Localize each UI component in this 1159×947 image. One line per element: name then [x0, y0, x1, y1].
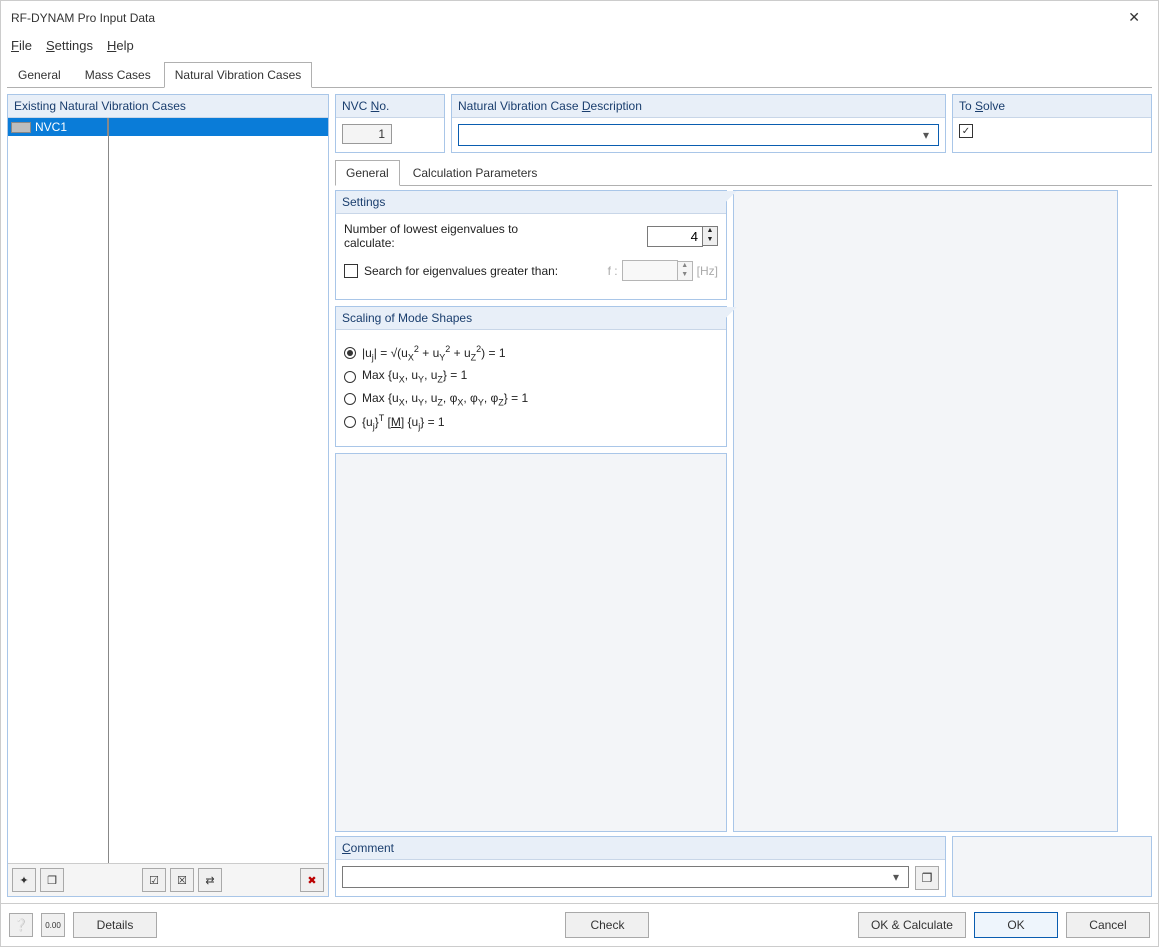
radio-icon[interactable]	[344, 416, 356, 428]
nvc-no-label: NVC No.	[336, 95, 444, 118]
preview-panel	[733, 190, 1118, 832]
chevron-down-icon[interactable]: ▾	[888, 870, 904, 884]
spin-down-icon[interactable]: ▼	[703, 236, 717, 245]
case-label: NVC1	[35, 120, 67, 134]
units-button[interactable]: 0.00	[41, 913, 65, 937]
to-solve-checkbox[interactable]: ✓	[959, 124, 973, 138]
radio-icon[interactable]	[344, 371, 356, 383]
new-case-button[interactable]: ✦	[12, 868, 36, 892]
copy-case-button[interactable]: ❐	[40, 868, 64, 892]
scaling-opt-1-label: |uj| = √(uX2 + uY2 + uZ2) = 1	[362, 344, 506, 362]
comment-combo[interactable]: ▾	[342, 866, 909, 888]
details-button[interactable]: Details	[73, 912, 157, 938]
window-title: RF-DYNAM Pro Input Data	[11, 11, 155, 25]
deselect-all-button[interactable]: ☒	[170, 868, 194, 892]
scaling-opt-2-label: Max {uX, uY, uZ} = 1	[362, 368, 467, 384]
subtab-calc-params[interactable]: Calculation Parameters	[402, 160, 549, 186]
to-solve-label: To Solve	[953, 95, 1151, 118]
close-icon[interactable]: ✕	[1120, 7, 1148, 28]
eigen-count-label: Number of lowest eigenvalues to calculat…	[344, 222, 544, 250]
scaling-opt-3-label: Max {uX, uY, uZ, φX, φY, φZ} = 1	[362, 391, 528, 407]
list-item[interactable]: NVC1	[8, 118, 328, 136]
spin-up-icon[interactable]: ▲	[703, 227, 717, 236]
nvc-desc-label: Natural Vibration Case Description	[452, 95, 945, 118]
cancel-button[interactable]: Cancel	[1066, 912, 1150, 938]
eigen-count-input[interactable]	[647, 226, 703, 247]
settings-header: Settings	[336, 191, 726, 214]
subtab-general[interactable]: General	[335, 160, 400, 186]
shift-button[interactable]: ⇄	[198, 868, 222, 892]
ok-button[interactable]: OK	[974, 912, 1058, 938]
nvc-no-field: 1	[342, 124, 392, 144]
scaling-opt-2[interactable]: Max {uX, uY, uZ} = 1	[344, 368, 718, 384]
f-label: f :	[608, 264, 618, 278]
tab-natural-vibration-cases[interactable]: Natural Vibration Cases	[164, 62, 313, 88]
f-unit: [Hz]	[697, 264, 718, 278]
ok-calculate-button[interactable]: OK & Calculate	[858, 912, 966, 938]
radio-icon[interactable]	[344, 393, 356, 405]
f-value-input	[622, 260, 678, 281]
check-button[interactable]: Check	[565, 912, 649, 938]
menu-file[interactable]: File	[11, 38, 32, 53]
scaling-opt-4[interactable]: {uj}T [M] {uj} = 1	[344, 413, 718, 431]
radio-icon[interactable]	[344, 347, 356, 359]
tab-mass-cases[interactable]: Mass Cases	[74, 62, 162, 88]
tab-general[interactable]: General	[7, 62, 72, 88]
comment-side-panel	[952, 836, 1152, 897]
f-value-stepper: ▲▼	[622, 260, 693, 281]
case-color-swatch	[11, 122, 31, 133]
comment-header: Comment	[336, 837, 945, 860]
select-all-button[interactable]: ☑	[142, 868, 166, 892]
nvc-desc-combo[interactable]: ▾	[458, 124, 939, 146]
scaling-opt-1[interactable]: |uj| = √(uX2 + uY2 + uZ2) = 1	[344, 344, 718, 362]
search-eigen-label: Search for eigenvalues greater than:	[364, 264, 558, 278]
existing-nvc-header: Existing Natural Vibration Cases	[8, 95, 328, 118]
scaling-opt-3[interactable]: Max {uX, uY, uZ, φX, φY, φZ} = 1	[344, 391, 718, 407]
search-eigen-checkbox[interactable]	[344, 264, 358, 278]
chevron-down-icon[interactable]: ▾	[918, 128, 934, 142]
eigen-count-stepper[interactable]: ▲▼	[647, 226, 718, 247]
comment-library-button[interactable]: ❐	[915, 866, 939, 890]
existing-nvc-list[interactable]: NVC1	[8, 118, 328, 863]
delete-case-button[interactable]: ✖	[300, 868, 324, 892]
help-button[interactable]: ❔	[9, 913, 33, 937]
placeholder-panel	[335, 453, 727, 832]
scaling-header: Scaling of Mode Shapes	[336, 307, 726, 330]
menu-settings[interactable]: Settings	[46, 38, 93, 53]
menu-help[interactable]: Help	[107, 38, 134, 53]
scaling-opt-4-label: {uj}T [M] {uj} = 1	[362, 413, 445, 431]
